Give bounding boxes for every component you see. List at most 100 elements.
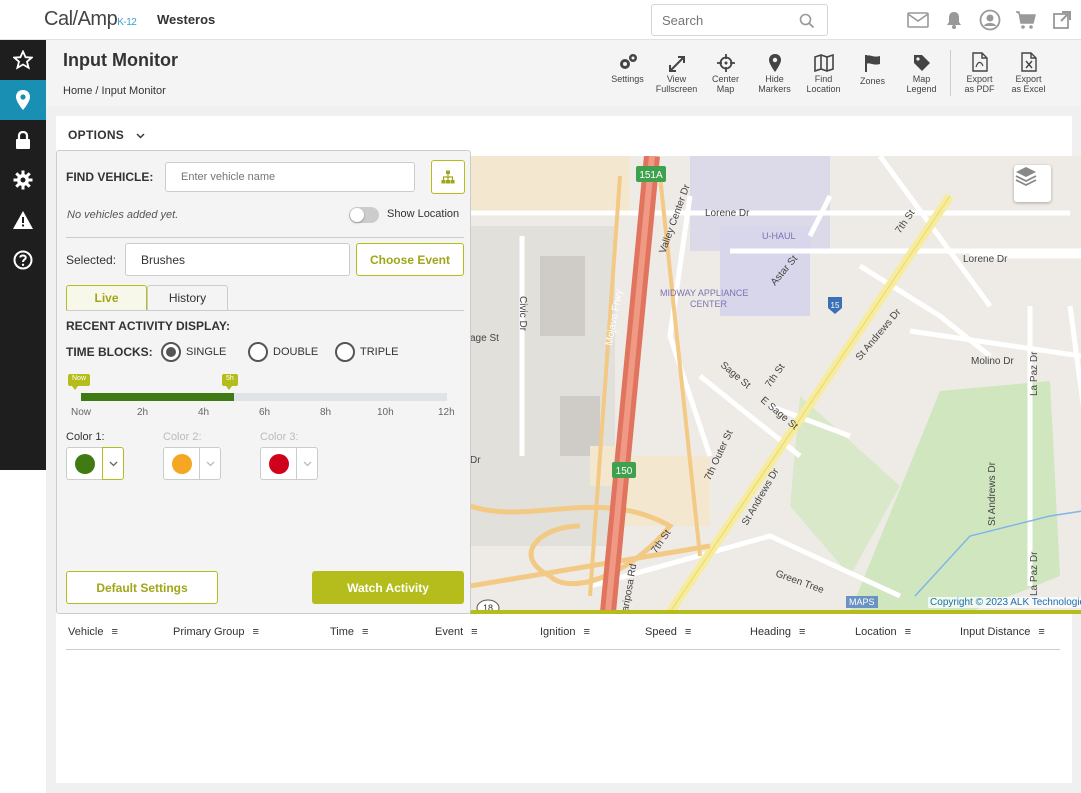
user-account-icon[interactable] <box>978 8 1002 32</box>
left-navigation <box>0 40 46 793</box>
nav-map[interactable] <box>0 80 46 120</box>
nav-help[interactable] <box>0 240 46 280</box>
column-label: Ignition <box>540 626 576 638</box>
find-vehicle-label: FIND VEHICLE: <box>66 170 154 184</box>
column-menu-icon[interactable]: ≡ <box>905 626 914 638</box>
map-label-midway-1: MIDWAY APPLIANCE <box>660 288 748 298</box>
map-label-i15: 15 <box>831 301 840 310</box>
color-1-swatch[interactable] <box>66 447 103 480</box>
column-menu-icon[interactable]: ≡ <box>362 626 371 638</box>
map-label-lorene-1: Lorene Dr <box>705 208 750 219</box>
column-menu-icon[interactable]: ≡ <box>471 626 480 638</box>
page-header: Input Monitor Home / Input Monitor Setti… <box>46 40 1081 106</box>
logo-sub: K-12 <box>117 17 137 28</box>
column-header-event[interactable]: Event ≡ <box>435 626 480 638</box>
column-menu-icon[interactable]: ≡ <box>111 626 120 638</box>
map-legend-button[interactable]: Map Legend <box>897 50 946 106</box>
default-settings-button[interactable]: Default Settings <box>66 571 218 604</box>
column-header-time[interactable]: Time ≡ <box>330 626 371 638</box>
vehicle-tree-button[interactable] <box>431 160 465 194</box>
tick-label: 4h <box>198 407 210 418</box>
map-label-151a: 151A <box>639 170 663 181</box>
center-map-label-2: Map <box>716 84 735 94</box>
nav-settings[interactable] <box>0 160 46 200</box>
map-layers-button[interactable] <box>1014 165 1051 202</box>
calamp-logo[interactable]: Cal/AmpK-12 <box>44 8 137 31</box>
selected-label: Selected: <box>66 253 117 267</box>
column-label: Location <box>855 626 897 638</box>
top-bar: Cal/AmpK-12 Westeros <box>0 0 1081 40</box>
export-excel-button[interactable]: Export as Excel <box>1004 50 1053 106</box>
column-header-speed[interactable]: Speed ≡ <box>645 626 694 638</box>
tab-live[interactable]: Live <box>66 285 147 310</box>
settings-button[interactable]: Settings <box>603 50 652 106</box>
column-header-ignition[interactable]: Ignition ≡ <box>540 626 592 638</box>
find-location-button[interactable]: Find Location <box>799 50 848 106</box>
choose-event-button[interactable]: Choose Event <box>356 243 464 276</box>
breadcrumb: Home / Input Monitor <box>63 85 166 97</box>
tick-label: 8h <box>320 407 332 418</box>
export-pdf-button[interactable]: Export as PDF <box>955 50 1004 106</box>
organization-name: Westeros <box>157 12 216 27</box>
column-header-primary-group[interactable]: Primary Group ≡ <box>173 626 262 638</box>
watch-activity-button[interactable]: Watch Activity <box>312 571 464 604</box>
hide-markers-button[interactable]: Hide Markers <box>750 50 799 106</box>
column-header-location[interactable]: Location ≡ <box>855 626 914 638</box>
search-box[interactable] <box>651 4 828 36</box>
view-fullscreen-label-1: View <box>666 74 687 84</box>
zones-button[interactable]: Zones <box>848 50 897 106</box>
bell-icon[interactable] <box>942 8 966 32</box>
column-label: Input Distance <box>960 626 1031 638</box>
center-map-label-1: Center <box>711 74 739 84</box>
column-header-input-distance[interactable]: Input Distance ≡ <box>960 626 1047 638</box>
column-menu-icon[interactable]: ≡ <box>253 626 262 638</box>
hide-markers-label-1: Hide <box>765 74 784 84</box>
selected-event-field[interactable] <box>125 243 350 276</box>
center-map-button[interactable]: Center Map <box>701 50 750 106</box>
column-menu-icon[interactable]: ≡ <box>685 626 694 638</box>
color-3-dropdown <box>296 447 318 480</box>
breadcrumb-home[interactable]: Home <box>63 85 92 97</box>
color-3-swatch <box>260 447 297 480</box>
nav-favorites[interactable] <box>0 40 46 80</box>
radio-triple[interactable]: TRIPLE <box>335 342 399 362</box>
cart-icon[interactable] <box>1014 8 1038 32</box>
find-location-label-2: Location <box>806 84 841 94</box>
column-label: Primary Group <box>173 626 245 638</box>
nav-alerts[interactable] <box>0 200 46 240</box>
search-input[interactable] <box>662 13 792 28</box>
show-location-toggle[interactable] <box>349 207 379 223</box>
slider-end-handle[interactable]: 5h <box>222 374 238 390</box>
color-1-dropdown[interactable] <box>102 447 124 480</box>
alk-maps-logo: MAPS <box>846 596 878 608</box>
search-icon[interactable] <box>799 13 815 29</box>
nav-security[interactable] <box>0 120 46 160</box>
slider-start-handle[interactable]: Now <box>68 374 91 390</box>
tag-icon <box>913 55 930 71</box>
external-link-icon[interactable] <box>1050 8 1074 32</box>
options-toggle[interactable]: OPTIONS <box>68 128 145 142</box>
vehicle-name-input[interactable] <box>165 162 415 192</box>
tab-history[interactable]: History <box>147 285 228 310</box>
radio-circle <box>335 342 355 362</box>
map-label-lorene-2: Lorene Dr <box>963 254 1008 265</box>
map-label-molino: Molino Dr <box>971 356 1014 367</box>
mail-icon[interactable] <box>906 8 930 32</box>
page-title: Input Monitor <box>63 50 178 70</box>
radio-single[interactable]: SINGLE <box>161 342 226 362</box>
chevron-down-icon <box>109 461 117 466</box>
layers-icon <box>1015 167 1037 187</box>
column-header-vehicle[interactable]: Vehicle ≡ <box>68 626 120 638</box>
column-header-heading[interactable]: Heading ≡ <box>750 626 808 638</box>
tick-label: 10h <box>377 407 394 418</box>
map-view[interactable]: 151A 150 15 18 Lorene Dr Lorene Dr U-HAU… <box>470 156 1081 612</box>
view-fullscreen-button[interactable]: View Fullscreen <box>652 50 701 106</box>
map-label-civic: Civic Dr <box>517 296 528 332</box>
column-menu-icon[interactable]: ≡ <box>1038 626 1047 638</box>
map-pin-icon <box>16 90 30 110</box>
radio-double[interactable]: DOUBLE <box>248 342 318 362</box>
column-menu-icon[interactable]: ≡ <box>583 626 592 638</box>
map-copyright[interactable]: Copyright © 2023 ALK Technologies Inc. <box>928 597 1081 608</box>
time-slider-fill <box>81 393 234 401</box>
column-menu-icon[interactable]: ≡ <box>799 626 808 638</box>
